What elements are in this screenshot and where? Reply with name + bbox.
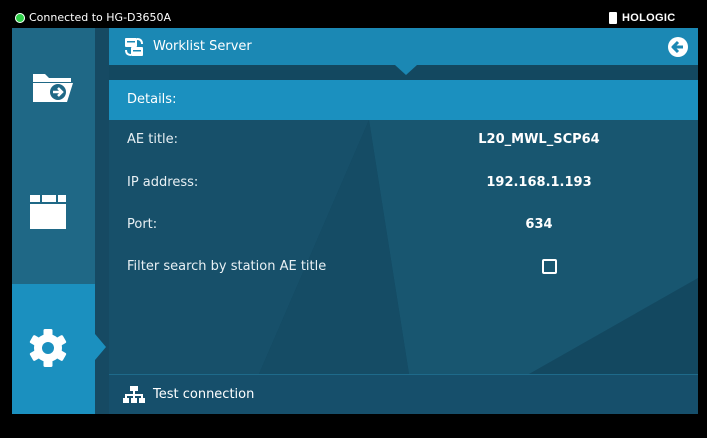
field-row-ip-address[interactable]: IP address: 192.168.1.193 bbox=[109, 165, 698, 201]
app-frame: Connected to HG-D3650A HOLOGIC Worklist … bbox=[12, 8, 698, 414]
server-sync-icon bbox=[125, 38, 143, 56]
page-title: Worklist Server bbox=[153, 39, 252, 54]
sidebar-item-settings[interactable] bbox=[12, 284, 95, 414]
field-label: AE title: bbox=[127, 132, 179, 147]
gear-icon bbox=[29, 329, 67, 367]
field-row-port[interactable]: Port: 634 bbox=[109, 207, 698, 243]
sidebar-item-worklist[interactable] bbox=[12, 28, 95, 128]
field-label: IP address: bbox=[127, 175, 199, 190]
field-row-filter-search[interactable]: Filter search by station AE title bbox=[109, 249, 698, 285]
window-icon bbox=[30, 195, 66, 229]
port-value[interactable]: 634 bbox=[439, 217, 639, 233]
connection-status-icon bbox=[15, 13, 25, 23]
connection-status-text: Connected to HG-D3650A bbox=[29, 11, 172, 24]
active-indicator bbox=[95, 334, 106, 360]
field-label: Filter search by station AE title bbox=[127, 259, 327, 274]
network-icon bbox=[123, 386, 145, 403]
header-pointer bbox=[395, 65, 417, 75]
field-label: Port: bbox=[127, 217, 158, 232]
header: Worklist Server bbox=[109, 28, 698, 65]
sidebar bbox=[12, 28, 95, 414]
ae-title-value[interactable]: L20_MWL_SCP64 bbox=[439, 132, 639, 148]
brand-logo: HOLOGIC bbox=[622, 12, 676, 24]
ip-address-value[interactable]: 192.168.1.193 bbox=[439, 175, 639, 191]
status-bar: Connected to HG-D3650A HOLOGIC bbox=[12, 8, 698, 28]
sidebar-item-viewer[interactable] bbox=[12, 178, 95, 278]
filter-by-station-checkbox[interactable] bbox=[542, 259, 557, 274]
details-heading: Details: bbox=[127, 92, 177, 107]
battery-icon bbox=[609, 12, 617, 24]
field-row-ae-title[interactable]: AE title: L20_MWL_SCP64 bbox=[109, 122, 698, 158]
test-connection-button[interactable]: Test connection bbox=[109, 374, 698, 414]
test-connection-label: Test connection bbox=[153, 387, 255, 402]
details-section-header: Details: bbox=[109, 80, 698, 120]
back-arrow-icon[interactable] bbox=[667, 36, 689, 58]
main-panel: Worklist Server Details: AE title: L20_M… bbox=[109, 28, 698, 414]
folder-arrow-icon bbox=[33, 74, 73, 102]
